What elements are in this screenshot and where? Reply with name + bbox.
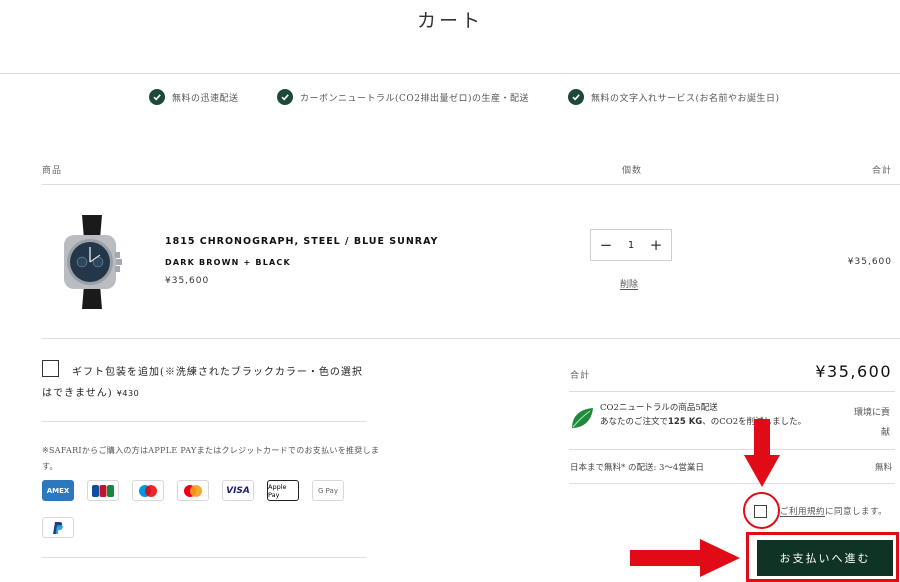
leaf-icon <box>570 406 594 430</box>
shipping-value: 無料 <box>874 463 892 473</box>
benefit-label: 無料の迅速配送 <box>172 93 239 104</box>
check-circle-icon <box>149 89 165 105</box>
terms-link[interactable]: ご利用規約 <box>780 507 825 517</box>
co2-line-2: あなたのご注文で125 KG、のCO2を削減しました。 <box>600 417 806 427</box>
gift-wrap-price: ¥430 <box>116 389 140 398</box>
benefit-carbon-neutral: カーボンニュートラル(CO2排出量ゼロ)の生産・配送 <box>277 88 529 106</box>
visa-icon: VISA <box>222 480 254 501</box>
co2-line-1: CO2ニュートラルの商品5配送 <box>600 403 718 413</box>
benefit-engraving: 無料の文字入れサービス(お名前やお誕生日) <box>568 88 780 106</box>
product-name[interactable]: 1815 CHRONOGRAPH, STEEL / BLUE SUNRAY <box>165 236 438 247</box>
google-pay-icon: G Pay <box>312 480 344 501</box>
product-variant: DARK BROWN + BLACK <box>165 258 291 267</box>
product-image[interactable] <box>60 215 124 309</box>
payment-note: ※SAFARIからご購入の方はAPPLE PAYまたはクレジットカードでのお支払… <box>42 446 380 471</box>
check-circle-icon <box>277 89 293 105</box>
shipping-label: 日本まで無料* の配送: 3～4営業日 <box>570 463 704 473</box>
line-total: ¥35,600 <box>847 257 892 267</box>
benefit-label: 無料の文字入れサービス(お名前やお誕生日) <box>591 93 780 104</box>
maestro-icon <box>132 480 164 501</box>
annotation-arrow-right-icon <box>630 539 740 577</box>
plus-icon[interactable]: + <box>649 236 663 254</box>
checkout-button[interactable]: お支払いへ進む <box>757 540 893 576</box>
gift-wrap-text: ギフト包装を追加(※洗練されたブラックカラー・色の選択はできません) <box>42 367 363 399</box>
summary-divider-2 <box>569 449 895 450</box>
quantity-stepper[interactable]: − 1 + <box>590 229 672 261</box>
co2-message: CO2ニュートラルの商品5配送 あなたのご注文で125 KG、のCO2を削減しま… <box>600 401 815 429</box>
co2-amount: 125 KG <box>668 417 703 427</box>
product-divider <box>42 338 900 339</box>
subtotal-label: 合計 <box>570 371 591 381</box>
minus-icon[interactable]: − <box>599 236 613 254</box>
table-header-divider <box>42 184 900 185</box>
mastercard-icon <box>177 480 209 501</box>
benefit-label: カーボンニュートラル(CO2排出量ゼロ)の生産・配送 <box>300 93 530 104</box>
payment-divider <box>42 557 366 558</box>
summary-divider-1 <box>569 391 895 392</box>
page-title: カート <box>416 10 483 32</box>
paypal-icon <box>42 517 74 538</box>
remove-item-link[interactable]: 削除 <box>620 277 638 290</box>
terms-checkbox[interactable] <box>754 505 767 518</box>
quantity-value[interactable]: 1 <box>628 240 634 251</box>
gift-divider <box>42 421 366 422</box>
gift-wrap-label: ギフト包装を追加(※洗練されたブラックカラー・色の選択はできません) ¥430 <box>42 362 372 404</box>
product-price: ¥35,600 <box>165 276 210 286</box>
column-header-quantity: 個数 <box>622 166 643 176</box>
benefit-free-shipping: 無料の迅速配送 <box>149 88 239 106</box>
check-circle-icon <box>568 89 584 105</box>
amex-icon: AMEX <box>42 480 74 501</box>
column-header-product: 商品 <box>42 166 63 176</box>
header-divider <box>0 73 900 74</box>
jcb-icon <box>87 480 119 501</box>
column-header-total: 合計 <box>871 166 892 176</box>
summary-divider-3 <box>569 483 895 484</box>
annotation-arrow-down-icon <box>744 419 780 487</box>
subtotal-value: ¥35,600 <box>815 362 892 381</box>
payment-methods-row: AMEX VISA Apple Pay G Pay <box>42 480 344 501</box>
co2-contribution: 環境に貢献 <box>853 408 890 438</box>
apple-pay-icon: Apple Pay <box>267 480 299 501</box>
payment-methods-row-2 <box>42 517 74 538</box>
terms-label: ご利用規約に同意します。 <box>780 507 888 517</box>
